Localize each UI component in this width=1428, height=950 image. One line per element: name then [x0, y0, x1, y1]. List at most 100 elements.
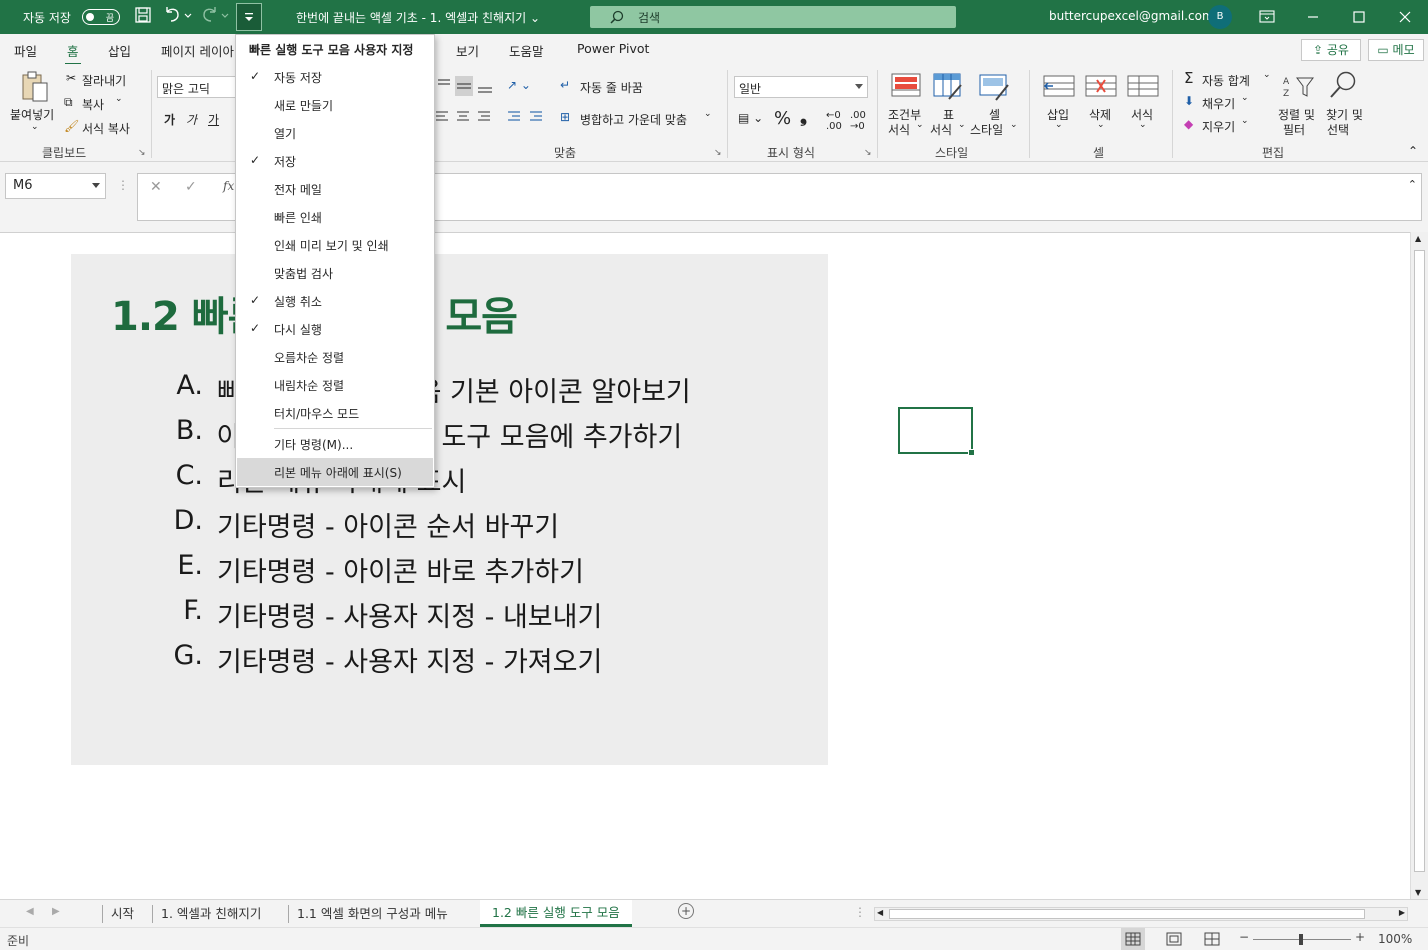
search-box[interactable]: 검색	[590, 6, 956, 28]
align-left-icon[interactable]	[436, 110, 546, 129]
tab-home[interactable]: 홈	[65, 41, 80, 66]
expand-formula-icon[interactable]: ⌃	[1408, 178, 1417, 191]
autosave-toggle[interactable]: 끔	[82, 9, 120, 25]
format-cells-icon[interactable]	[1127, 74, 1159, 103]
bold-button[interactable]: 가	[164, 111, 175, 128]
menu-item-new[interactable]: 새로 만들기	[236, 91, 434, 119]
page-layout-view-icon[interactable]	[1162, 928, 1186, 950]
prev-sheet-icon[interactable]: ◀	[26, 906, 34, 917]
minimize-icon[interactable]	[1298, 6, 1328, 28]
scrollbar-thumb[interactable]	[889, 909, 1365, 919]
menu-item-email[interactable]: 전자 메일	[236, 175, 434, 203]
cancel-icon[interactable]: ✕	[150, 179, 162, 195]
zoom-slider-thumb[interactable]	[1299, 934, 1303, 945]
chevron-down-icon[interactable]: ⌄	[31, 122, 39, 132]
avatar[interactable]: B	[1208, 5, 1232, 29]
tab-page-layout[interactable]: 페이지 레이아	[161, 41, 234, 60]
chevron-down-icon[interactable]: ⌄	[1241, 93, 1249, 103]
chevron-down-icon[interactable]: ⌄	[958, 120, 966, 130]
tab-help[interactable]: 도움말	[509, 41, 544, 60]
chevron-down-icon[interactable]: ⌄	[1241, 116, 1249, 126]
menu-item-touch-mouse-mode[interactable]: 터치/마우스 모드	[236, 399, 434, 427]
copy-icon[interactable]: ⧉	[64, 95, 73, 110]
save-icon[interactable]	[134, 6, 152, 28]
chevron-down-icon[interactable]: ⌄	[1097, 120, 1105, 130]
conditional-format-icon[interactable]	[891, 73, 921, 106]
italic-button[interactable]: 가	[186, 111, 197, 128]
align-top-icon[interactable]	[436, 76, 506, 99]
font-name-combo[interactable]: 맑은 고딕	[157, 76, 237, 98]
tab-view[interactable]: 보기	[456, 41, 479, 60]
sort-filter-label-2[interactable]: 필터	[1283, 121, 1305, 138]
wrap-text-button[interactable]: 자동 줄 바꿈	[580, 79, 643, 96]
fill-button[interactable]: 채우기	[1202, 95, 1235, 112]
format-painter-icon[interactable]: 🖌	[64, 119, 79, 133]
tab-insert[interactable]: 삽입	[108, 41, 131, 60]
next-sheet-icon[interactable]: ▶	[52, 906, 60, 917]
menu-item-spelling[interactable]: 맞춤법 검사	[236, 259, 434, 287]
tab-split-grip-icon[interactable]: ⋮	[854, 905, 866, 919]
vertical-scrollbar[interactable]: ▲ ▼	[1410, 232, 1428, 899]
zoom-slider[interactable]	[1253, 934, 1351, 945]
ribbon-display-options-icon[interactable]	[1252, 6, 1282, 28]
name-box[interactable]: M6	[5, 173, 106, 199]
sheet-tab-active[interactable]: 1.2 빠른 실행 도구 모음	[480, 900, 632, 927]
merge-center-icon[interactable]: ⊞	[560, 110, 570, 124]
chevron-down-icon[interactable]: ⌄	[115, 94, 123, 104]
tab-file[interactable]: 파일	[14, 41, 37, 60]
zoom-in-icon[interactable]: +	[1355, 930, 1365, 944]
paste-icon[interactable]	[20, 70, 50, 107]
scroll-down-icon[interactable]: ▼	[1415, 888, 1421, 897]
zoom-out-icon[interactable]: −	[1239, 930, 1249, 944]
menu-item-show-below-ribbon[interactable]: 리본 메뉴 아래에 표시(S)	[237, 458, 433, 486]
conditional-format-label-2[interactable]: 서식	[888, 121, 910, 138]
horizontal-scrollbar[interactable]: ◀ ▶	[874, 907, 1408, 921]
menu-item-quick-print[interactable]: 빠른 인쇄	[236, 203, 434, 231]
find-select-label-2[interactable]: 선택	[1327, 121, 1349, 138]
chevron-down-icon[interactable]: ⌄	[916, 120, 924, 130]
cut-button[interactable]: 잘라내기	[82, 72, 126, 89]
chevron-down-icon[interactable]: ⌄	[1010, 120, 1018, 130]
close-icon[interactable]	[1390, 6, 1420, 28]
menu-item-redo[interactable]: ✓ 다시 실행	[236, 315, 434, 343]
selected-cell[interactable]	[898, 407, 975, 456]
percent-button[interactable]: %	[774, 108, 791, 129]
eraser-icon[interactable]: ◆	[1184, 117, 1193, 131]
menu-item-open[interactable]: 열기	[236, 119, 434, 147]
memo-button[interactable]: ▭ 메모	[1368, 39, 1424, 61]
maximize-icon[interactable]	[1344, 6, 1374, 28]
number-format-combo[interactable]: 일반	[734, 76, 868, 98]
share-button[interactable]: ⇪ 공유	[1301, 39, 1361, 61]
sheet-tab[interactable]: 1. 엑셀과 친해지기	[152, 905, 269, 923]
menu-item-more-commands[interactable]: 기타 명령(M)...	[236, 430, 434, 458]
dialog-launcher-icon[interactable]: ↘	[864, 148, 872, 158]
add-sheet-icon[interactable]: +	[678, 903, 694, 919]
cut-icon[interactable]: ✂	[66, 71, 76, 85]
menu-item-save[interactable]: ✓ 저장	[236, 147, 434, 175]
normal-view-icon[interactable]	[1121, 928, 1145, 950]
menu-item-print-preview[interactable]: 인쇄 미리 보기 및 인쇄	[236, 231, 434, 259]
collapse-ribbon-icon[interactable]: ⌃	[1408, 144, 1418, 158]
merge-center-button[interactable]: 병합하고 가운데 맞춤	[580, 111, 687, 128]
scroll-left-icon[interactable]: ◀	[877, 908, 883, 917]
clear-button[interactable]: 지우기	[1202, 118, 1235, 135]
decrease-decimal-icon[interactable]: .00 →0	[850, 110, 866, 132]
fx-icon[interactable]: fx	[223, 179, 234, 193]
delete-cells-icon[interactable]	[1085, 74, 1117, 103]
format-painter-button[interactable]: 서식 복사	[82, 120, 130, 137]
customize-qat-button[interactable]	[236, 3, 262, 31]
chevron-down-icon[interactable]: ⌄	[1139, 120, 1147, 130]
scroll-up-icon[interactable]: ▲	[1415, 234, 1421, 243]
comma-button[interactable]: ❟	[800, 106, 807, 127]
autosum-icon[interactable]: Σ	[1184, 69, 1193, 87]
document-title[interactable]: 한번에 끝내는 액셀 기초 - 1. 엑셀과 친해지기 ⌄	[296, 9, 540, 26]
autosum-button[interactable]: 자동 합계	[1202, 72, 1250, 89]
accounting-format-icon[interactable]: ▤ ⌄	[738, 111, 763, 125]
cell-styles-label-2[interactable]: 스타일	[970, 121, 1003, 138]
chevron-down-icon[interactable]: ⌄	[704, 109, 712, 119]
format-as-table-icon[interactable]	[933, 73, 963, 106]
increase-decimal-icon[interactable]: ←0.00	[826, 110, 842, 132]
page-break-view-icon[interactable]	[1200, 928, 1224, 950]
menu-item-autosave[interactable]: ✓ 자동 저장	[236, 63, 434, 91]
chevron-down-icon[interactable]: ⌄	[1055, 120, 1063, 130]
